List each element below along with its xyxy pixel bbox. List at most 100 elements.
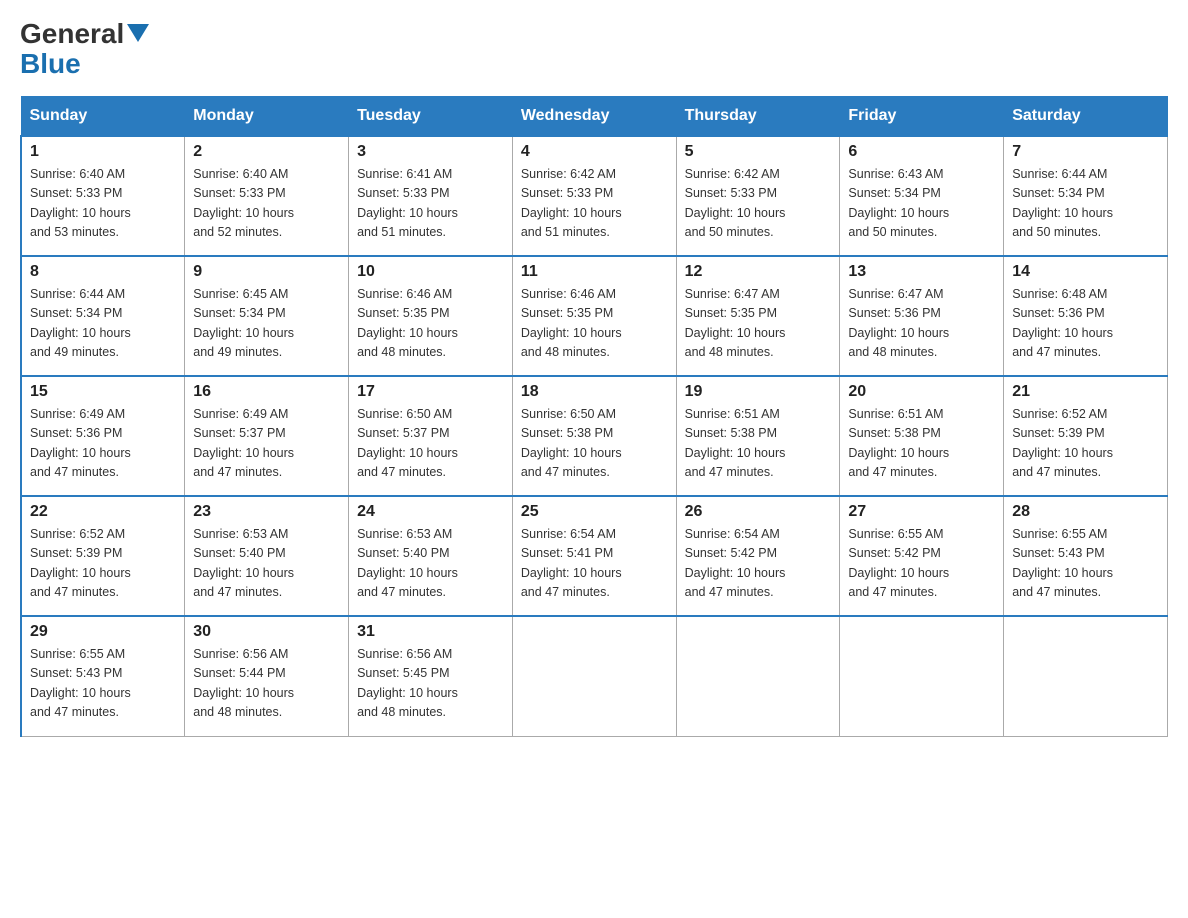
- header-day-friday: Friday: [840, 97, 1004, 137]
- calendar-cell: 10 Sunrise: 6:46 AM Sunset: 5:35 PM Dayl…: [349, 256, 513, 376]
- day-number: 12: [685, 263, 832, 281]
- calendar-cell: 18 Sunrise: 6:50 AM Sunset: 5:38 PM Dayl…: [512, 376, 676, 496]
- calendar-cell: 9 Sunrise: 6:45 AM Sunset: 5:34 PM Dayli…: [185, 256, 349, 376]
- calendar-cell: 19 Sunrise: 6:51 AM Sunset: 5:38 PM Dayl…: [676, 376, 840, 496]
- week-row-4: 22 Sunrise: 6:52 AM Sunset: 5:39 PM Dayl…: [21, 496, 1168, 616]
- calendar-cell: 3 Sunrise: 6:41 AM Sunset: 5:33 PM Dayli…: [349, 136, 513, 256]
- calendar-header: SundayMondayTuesdayWednesdayThursdayFrid…: [21, 97, 1168, 137]
- calendar-cell: 20 Sunrise: 6:51 AM Sunset: 5:38 PM Dayl…: [840, 376, 1004, 496]
- calendar-cell: [1004, 616, 1168, 736]
- calendar-body: 1 Sunrise: 6:40 AM Sunset: 5:33 PM Dayli…: [21, 136, 1168, 736]
- calendar-cell: 30 Sunrise: 6:56 AM Sunset: 5:44 PM Dayl…: [185, 616, 349, 736]
- day-number: 29: [30, 623, 176, 641]
- calendar-cell: [676, 616, 840, 736]
- day-info: Sunrise: 6:40 AM Sunset: 5:33 PM Dayligh…: [30, 165, 176, 243]
- logo-text-blue: Blue: [20, 48, 81, 80]
- logo-text-general: General: [20, 20, 124, 48]
- day-number: 20: [848, 383, 995, 401]
- day-number: 28: [1012, 503, 1159, 521]
- day-info: Sunrise: 6:54 AM Sunset: 5:42 PM Dayligh…: [685, 525, 832, 603]
- calendar-table: SundayMondayTuesdayWednesdayThursdayFrid…: [20, 96, 1168, 737]
- calendar-cell: 29 Sunrise: 6:55 AM Sunset: 5:43 PM Dayl…: [21, 616, 185, 736]
- day-info: Sunrise: 6:48 AM Sunset: 5:36 PM Dayligh…: [1012, 285, 1159, 363]
- calendar-cell: 24 Sunrise: 6:53 AM Sunset: 5:40 PM Dayl…: [349, 496, 513, 616]
- day-info: Sunrise: 6:42 AM Sunset: 5:33 PM Dayligh…: [685, 165, 832, 243]
- calendar-cell: 7 Sunrise: 6:44 AM Sunset: 5:34 PM Dayli…: [1004, 136, 1168, 256]
- logo-arrow-icon: [127, 24, 149, 42]
- week-row-1: 1 Sunrise: 6:40 AM Sunset: 5:33 PM Dayli…: [21, 136, 1168, 256]
- day-number: 9: [193, 263, 340, 281]
- day-number: 15: [30, 383, 176, 401]
- calendar-cell: 6 Sunrise: 6:43 AM Sunset: 5:34 PM Dayli…: [840, 136, 1004, 256]
- day-number: 6: [848, 143, 995, 161]
- day-info: Sunrise: 6:43 AM Sunset: 5:34 PM Dayligh…: [848, 165, 995, 243]
- header-day-monday: Monday: [185, 97, 349, 137]
- day-info: Sunrise: 6:47 AM Sunset: 5:36 PM Dayligh…: [848, 285, 995, 363]
- day-info: Sunrise: 6:40 AM Sunset: 5:33 PM Dayligh…: [193, 165, 340, 243]
- day-number: 2: [193, 143, 340, 161]
- header-day-sunday: Sunday: [21, 97, 185, 137]
- calendar-cell: 23 Sunrise: 6:53 AM Sunset: 5:40 PM Dayl…: [185, 496, 349, 616]
- week-row-3: 15 Sunrise: 6:49 AM Sunset: 5:36 PM Dayl…: [21, 376, 1168, 496]
- calendar-cell: 13 Sunrise: 6:47 AM Sunset: 5:36 PM Dayl…: [840, 256, 1004, 376]
- day-number: 31: [357, 623, 504, 641]
- day-info: Sunrise: 6:49 AM Sunset: 5:37 PM Dayligh…: [193, 405, 340, 483]
- day-number: 27: [848, 503, 995, 521]
- calendar-cell: 26 Sunrise: 6:54 AM Sunset: 5:42 PM Dayl…: [676, 496, 840, 616]
- day-number: 11: [521, 263, 668, 281]
- day-info: Sunrise: 6:55 AM Sunset: 5:43 PM Dayligh…: [1012, 525, 1159, 603]
- day-info: Sunrise: 6:50 AM Sunset: 5:38 PM Dayligh…: [521, 405, 668, 483]
- day-number: 19: [685, 383, 832, 401]
- header-day-saturday: Saturday: [1004, 97, 1168, 137]
- day-info: Sunrise: 6:51 AM Sunset: 5:38 PM Dayligh…: [685, 405, 832, 483]
- calendar-cell: 28 Sunrise: 6:55 AM Sunset: 5:43 PM Dayl…: [1004, 496, 1168, 616]
- day-info: Sunrise: 6:50 AM Sunset: 5:37 PM Dayligh…: [357, 405, 504, 483]
- day-number: 14: [1012, 263, 1159, 281]
- day-number: 25: [521, 503, 668, 521]
- calendar-cell: 22 Sunrise: 6:52 AM Sunset: 5:39 PM Dayl…: [21, 496, 185, 616]
- day-number: 17: [357, 383, 504, 401]
- calendar-cell: 14 Sunrise: 6:48 AM Sunset: 5:36 PM Dayl…: [1004, 256, 1168, 376]
- day-number: 23: [193, 503, 340, 521]
- day-number: 7: [1012, 143, 1159, 161]
- day-info: Sunrise: 6:56 AM Sunset: 5:45 PM Dayligh…: [357, 645, 504, 723]
- header-row: SundayMondayTuesdayWednesdayThursdayFrid…: [21, 97, 1168, 137]
- day-info: Sunrise: 6:46 AM Sunset: 5:35 PM Dayligh…: [357, 285, 504, 363]
- page-header: General Blue: [20, 20, 1168, 80]
- day-info: Sunrise: 6:47 AM Sunset: 5:35 PM Dayligh…: [685, 285, 832, 363]
- day-info: Sunrise: 6:54 AM Sunset: 5:41 PM Dayligh…: [521, 525, 668, 603]
- day-info: Sunrise: 6:55 AM Sunset: 5:42 PM Dayligh…: [848, 525, 995, 603]
- day-info: Sunrise: 6:56 AM Sunset: 5:44 PM Dayligh…: [193, 645, 340, 723]
- day-number: 30: [193, 623, 340, 641]
- logo: General Blue: [20, 20, 149, 80]
- day-number: 10: [357, 263, 504, 281]
- day-number: 5: [685, 143, 832, 161]
- calendar-cell: 17 Sunrise: 6:50 AM Sunset: 5:37 PM Dayl…: [349, 376, 513, 496]
- day-number: 1: [30, 143, 176, 161]
- calendar-cell: 1 Sunrise: 6:40 AM Sunset: 5:33 PM Dayli…: [21, 136, 185, 256]
- day-info: Sunrise: 6:45 AM Sunset: 5:34 PM Dayligh…: [193, 285, 340, 363]
- week-row-5: 29 Sunrise: 6:55 AM Sunset: 5:43 PM Dayl…: [21, 616, 1168, 736]
- calendar-cell: 31 Sunrise: 6:56 AM Sunset: 5:45 PM Dayl…: [349, 616, 513, 736]
- day-info: Sunrise: 6:44 AM Sunset: 5:34 PM Dayligh…: [1012, 165, 1159, 243]
- calendar-cell: 15 Sunrise: 6:49 AM Sunset: 5:36 PM Dayl…: [21, 376, 185, 496]
- day-number: 22: [30, 503, 176, 521]
- calendar-cell: 8 Sunrise: 6:44 AM Sunset: 5:34 PM Dayli…: [21, 256, 185, 376]
- calendar-cell: 25 Sunrise: 6:54 AM Sunset: 5:41 PM Dayl…: [512, 496, 676, 616]
- day-number: 8: [30, 263, 176, 281]
- day-info: Sunrise: 6:44 AM Sunset: 5:34 PM Dayligh…: [30, 285, 176, 363]
- calendar-cell: 21 Sunrise: 6:52 AM Sunset: 5:39 PM Dayl…: [1004, 376, 1168, 496]
- calendar-cell: [512, 616, 676, 736]
- day-info: Sunrise: 6:53 AM Sunset: 5:40 PM Dayligh…: [193, 525, 340, 603]
- calendar-cell: 2 Sunrise: 6:40 AM Sunset: 5:33 PM Dayli…: [185, 136, 349, 256]
- day-info: Sunrise: 6:42 AM Sunset: 5:33 PM Dayligh…: [521, 165, 668, 243]
- day-info: Sunrise: 6:51 AM Sunset: 5:38 PM Dayligh…: [848, 405, 995, 483]
- calendar-cell: [840, 616, 1004, 736]
- day-info: Sunrise: 6:52 AM Sunset: 5:39 PM Dayligh…: [30, 525, 176, 603]
- day-number: 13: [848, 263, 995, 281]
- calendar-cell: 12 Sunrise: 6:47 AM Sunset: 5:35 PM Dayl…: [676, 256, 840, 376]
- header-day-wednesday: Wednesday: [512, 97, 676, 137]
- day-number: 24: [357, 503, 504, 521]
- day-number: 21: [1012, 383, 1159, 401]
- day-info: Sunrise: 6:52 AM Sunset: 5:39 PM Dayligh…: [1012, 405, 1159, 483]
